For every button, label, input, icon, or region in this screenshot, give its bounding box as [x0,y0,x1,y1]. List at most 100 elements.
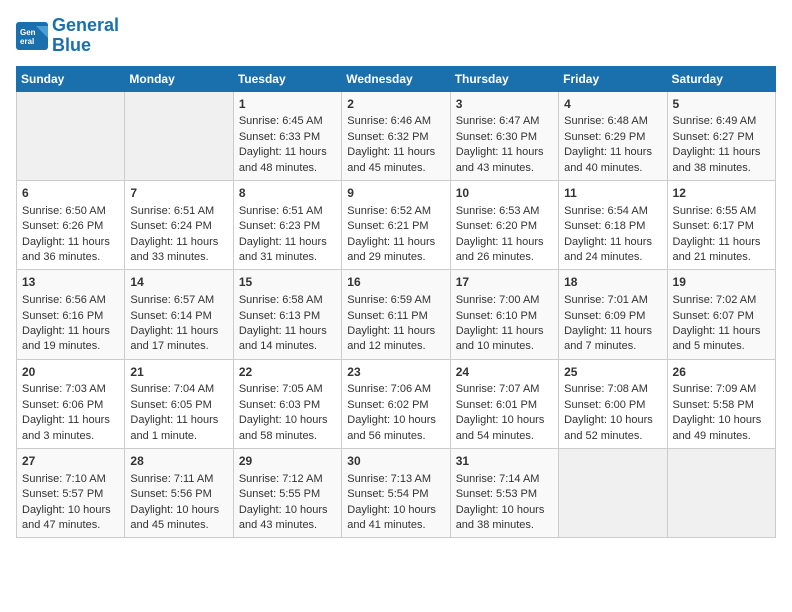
day-info: Sunset: 6:01 PM [456,398,553,413]
day-info: Sunrise: 6:53 AM [456,204,553,219]
day-info: Sunrise: 6:58 AM [239,293,336,308]
calendar-cell: 6Sunrise: 6:50 AMSunset: 6:26 PMDaylight… [17,180,125,269]
day-header-friday: Friday [559,66,667,91]
calendar-cell: 27Sunrise: 7:10 AMSunset: 5:57 PMDayligh… [17,449,125,538]
day-info: Daylight: 10 hours and 58 minutes. [239,413,336,444]
day-info: Daylight: 10 hours and 52 minutes. [564,413,661,444]
day-info: Sunrise: 7:03 AM [22,382,119,397]
day-header-row: SundayMondayTuesdayWednesdayThursdayFrid… [17,66,776,91]
day-info: Sunrise: 7:14 AM [456,472,553,487]
day-header-monday: Monday [125,66,233,91]
day-info: Daylight: 11 hours and 31 minutes. [239,235,336,266]
day-info: Sunrise: 6:50 AM [22,204,119,219]
calendar-cell: 20Sunrise: 7:03 AMSunset: 6:06 PMDayligh… [17,359,125,448]
day-info: Sunset: 6:06 PM [22,398,119,413]
day-info: Sunset: 6:10 PM [456,309,553,324]
day-info: Sunset: 5:55 PM [239,487,336,502]
calendar-cell: 22Sunrise: 7:05 AMSunset: 6:03 PMDayligh… [233,359,341,448]
day-info: Sunset: 6:14 PM [130,309,227,324]
day-info: Daylight: 11 hours and 10 minutes. [456,324,553,355]
day-header-sunday: Sunday [17,66,125,91]
day-info: Sunrise: 7:01 AM [564,293,661,308]
day-info: Sunrise: 7:06 AM [347,382,444,397]
day-info: Sunset: 6:20 PM [456,219,553,234]
day-info: Sunrise: 6:46 AM [347,114,444,129]
day-header-thursday: Thursday [450,66,558,91]
day-number: 19 [673,274,770,291]
calendar-cell: 16Sunrise: 6:59 AMSunset: 6:11 PMDayligh… [342,270,450,359]
day-number: 18 [564,274,661,291]
day-info: Sunset: 6:27 PM [673,130,770,145]
day-info: Sunset: 6:33 PM [239,130,336,145]
day-number: 13 [22,274,119,291]
calendar-cell: 7Sunrise: 6:51 AMSunset: 6:24 PMDaylight… [125,180,233,269]
week-row-2: 6Sunrise: 6:50 AMSunset: 6:26 PMDaylight… [17,180,776,269]
day-number: 6 [22,185,119,202]
day-info: Sunrise: 7:11 AM [130,472,227,487]
calendar-cell: 12Sunrise: 6:55 AMSunset: 6:17 PMDayligh… [667,180,775,269]
day-info: Sunset: 6:30 PM [456,130,553,145]
day-number: 23 [347,364,444,381]
day-number: 3 [456,96,553,113]
day-info: Sunset: 6:05 PM [130,398,227,413]
day-number: 11 [564,185,661,202]
day-info: Sunset: 6:29 PM [564,130,661,145]
day-info: Daylight: 10 hours and 38 minutes. [456,503,553,534]
day-info: Sunset: 5:53 PM [456,487,553,502]
week-row-4: 20Sunrise: 7:03 AMSunset: 6:06 PMDayligh… [17,359,776,448]
day-info: Sunset: 5:57 PM [22,487,119,502]
day-info: Daylight: 10 hours and 41 minutes. [347,503,444,534]
day-info: Sunset: 6:07 PM [673,309,770,324]
day-number: 26 [673,364,770,381]
day-info: Sunrise: 7:04 AM [130,382,227,397]
day-number: 12 [673,185,770,202]
day-info: Sunrise: 6:47 AM [456,114,553,129]
day-number: 20 [22,364,119,381]
calendar-cell: 23Sunrise: 7:06 AMSunset: 6:02 PMDayligh… [342,359,450,448]
calendar-table: SundayMondayTuesdayWednesdayThursdayFrid… [16,66,776,539]
day-info: Daylight: 11 hours and 1 minute. [130,413,227,444]
calendar-cell: 5Sunrise: 6:49 AMSunset: 6:27 PMDaylight… [667,91,775,180]
day-info: Sunset: 6:18 PM [564,219,661,234]
day-header-saturday: Saturday [667,66,775,91]
calendar-cell [559,449,667,538]
day-info: Sunrise: 6:59 AM [347,293,444,308]
day-number: 22 [239,364,336,381]
day-number: 16 [347,274,444,291]
calendar-cell: 1Sunrise: 6:45 AMSunset: 6:33 PMDaylight… [233,91,341,180]
day-info: Daylight: 11 hours and 38 minutes. [673,145,770,176]
day-number: 10 [456,185,553,202]
calendar-cell: 10 Sunrise: 6:53 AMSunset: 6:20 PMDayligh… [450,180,558,269]
day-info: Sunrise: 6:48 AM [564,114,661,129]
day-number: 9 [347,185,444,202]
day-info: Daylight: 11 hours and 3 minutes. [22,413,119,444]
week-row-1: 1Sunrise: 6:45 AMSunset: 6:33 PMDaylight… [17,91,776,180]
svg-text:Gen: Gen [20,28,36,37]
day-info: Sunset: 6:16 PM [22,309,119,324]
calendar-cell: 2Sunrise: 6:46 AMSunset: 6:32 PMDaylight… [342,91,450,180]
day-info: Daylight: 11 hours and 26 minutes. [456,235,553,266]
day-info: Daylight: 11 hours and 5 minutes. [673,324,770,355]
logo: Gen eral General Blue [16,16,119,56]
calendar-cell: 28Sunrise: 7:11 AMSunset: 5:56 PMDayligh… [125,449,233,538]
day-info: Sunrise: 6:51 AM [130,204,227,219]
day-info: Sunset: 6:21 PM [347,219,444,234]
calendar-cell: 3Sunrise: 6:47 AMSunset: 6:30 PMDaylight… [450,91,558,180]
day-info: Daylight: 11 hours and 21 minutes. [673,235,770,266]
calendar-cell: 9Sunrise: 6:52 AMSunset: 6:21 PMDaylight… [342,180,450,269]
day-header-tuesday: Tuesday [233,66,341,91]
day-info: Daylight: 11 hours and 40 minutes. [564,145,661,176]
day-info: Sunrise: 7:13 AM [347,472,444,487]
day-info: Sunrise: 7:09 AM [673,382,770,397]
day-info: Sunrise: 7:02 AM [673,293,770,308]
day-number: 8 [239,185,336,202]
day-info: Sunset: 6:13 PM [239,309,336,324]
day-info: Daylight: 11 hours and 17 minutes. [130,324,227,355]
logo-icon: Gen eral [16,22,48,50]
day-info: Sunrise: 6:55 AM [673,204,770,219]
day-info: Daylight: 11 hours and 29 minutes. [347,235,444,266]
day-info: Daylight: 11 hours and 36 minutes. [22,235,119,266]
day-info: Daylight: 11 hours and 45 minutes. [347,145,444,176]
day-info: Sunrise: 6:51 AM [239,204,336,219]
day-info: Daylight: 11 hours and 33 minutes. [130,235,227,266]
